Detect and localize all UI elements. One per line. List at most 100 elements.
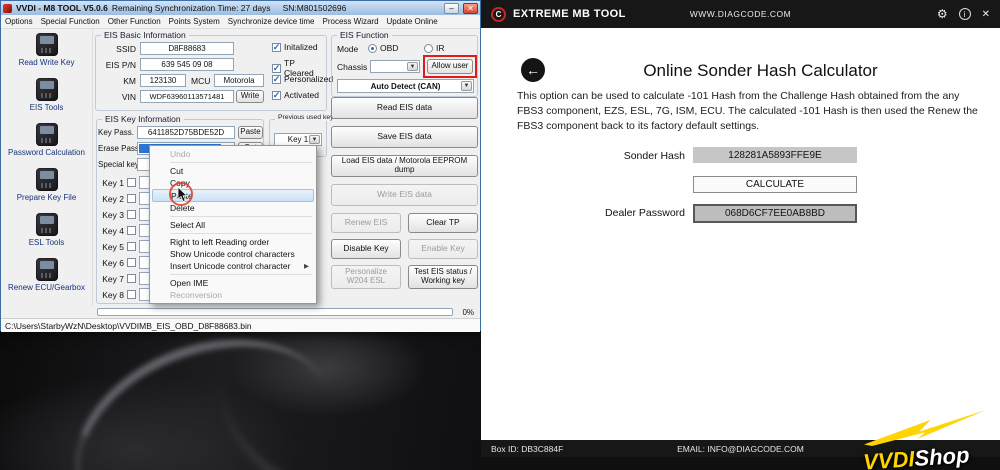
checkbox-personalized[interactable]: ✓ Personalized [272, 74, 333, 84]
back-button[interactable]: ← [521, 58, 545, 82]
context-menu-item-undo: Undo [170, 149, 191, 159]
vin-field[interactable]: WDF63960113571481 [140, 90, 234, 103]
menu-separator [170, 162, 312, 163]
ssid-field[interactable]: D8F88683 [140, 42, 234, 55]
paste-button[interactable]: Paste [238, 126, 263, 139]
logo-part-shop: Shop [913, 442, 971, 470]
background-photo [0, 328, 481, 470]
checkbox-box: ✓ [272, 62, 281, 73]
auto-detect-combobox[interactable]: Auto Detect (CAN) ▼ [337, 79, 474, 93]
eis-device-icon [32, 77, 62, 102]
radio-label: IR [436, 43, 445, 53]
sidebar-item-prepare-key-file[interactable]: Prepare Key File [1, 167, 92, 212]
context-menu-item-select-all[interactable]: Select All [152, 219, 314, 231]
context-menu-item-cut[interactable]: Cut [152, 165, 314, 177]
key7-checkbox[interactable] [127, 274, 136, 283]
right-header: WWW.DIAGCODE.COM C EXTREME MB TOOL ⚙ i ✕ [481, 0, 1000, 28]
checkbox-box: ✓ [272, 89, 281, 100]
close-icon[interactable]: ✕ [982, 9, 990, 20]
minimize-button[interactable]: – [444, 2, 459, 14]
menu-separator [170, 216, 312, 217]
key2-checkbox[interactable] [127, 194, 136, 203]
radio-ir[interactable]: IR [424, 43, 445, 53]
save-eis-data-button[interactable]: Save EIS data [331, 126, 478, 148]
menu-other-function[interactable]: Other Function [104, 15, 165, 28]
key1-label: Key 1 [102, 178, 124, 188]
menu-options[interactable]: Options [1, 15, 37, 28]
context-menu-item-rtl-reading-order[interactable]: Right to left Reading order [152, 236, 314, 248]
sidebar-item-label: Renew ECU/Gearbox [8, 283, 85, 292]
test-eis-status-button[interactable]: Test EIS status / Working key [408, 265, 478, 289]
sidebar-item-label: ESL Tools [28, 238, 65, 247]
sidebar-item-renew-ecu-gearbox[interactable]: Renew ECU/Gearbox [1, 257, 92, 302]
menu-process-wizard[interactable]: Process Wizard [319, 15, 383, 28]
key7-label: Key 7 [102, 274, 124, 284]
calculate-button[interactable]: CALCULATE [693, 176, 857, 193]
key8-checkbox[interactable] [127, 290, 136, 299]
checkbox-label: Initalized [284, 42, 318, 52]
key6-checkbox[interactable] [127, 258, 136, 267]
menu-separator [170, 274, 312, 275]
clear-tp-button[interactable]: Clear TP [408, 213, 478, 233]
km-field[interactable]: 123130 [140, 74, 186, 87]
red-annotation-circle [169, 182, 193, 206]
key5-label: Key 5 [102, 242, 124, 252]
mcu-field[interactable]: Motorola [214, 74, 264, 87]
menu-synchronize-device-time[interactable]: Synchronize device time [224, 15, 319, 28]
header-icons: ⚙ i ✕ [937, 8, 990, 20]
chassis-combobox[interactable]: ▼ [370, 60, 420, 73]
app-icon [3, 3, 12, 13]
context-menu-item-insert-unicode[interactable]: Insert Unicode control character ▶ [152, 260, 314, 272]
group-title: Previous used key [275, 114, 337, 121]
write-vin-button[interactable]: Write [236, 90, 264, 103]
sonder-hash-field[interactable]: 128281A5893FFE9E [693, 147, 857, 163]
sidebar-item-label: Password Calculation [8, 148, 85, 157]
check-icon: ✓ [272, 62, 281, 73]
sidebar-item-read-write-key[interactable]: Read Write Key [1, 32, 92, 77]
context-menu-item-open-ime[interactable]: Open IME [152, 277, 314, 289]
key-pass-field[interactable]: 6411852D75BDE52D [137, 126, 235, 139]
info-icon[interactable]: i [958, 8, 971, 20]
read-eis-data-button[interactable]: Read EIS data [331, 97, 478, 119]
dealer-password-field[interactable]: 068D6CF7EE0AB8BD [693, 204, 857, 223]
menu-special-function[interactable]: Special Function [37, 15, 104, 28]
eis-function-group: EIS Function Mode OBD IR Chassis ▼ Allow… [331, 30, 478, 97]
radio-obd[interactable]: OBD [368, 43, 398, 53]
mcu-label: MCU [191, 76, 211, 86]
write-eis-data-button: Write EIS data [331, 184, 478, 206]
key1-checkbox[interactable] [127, 178, 136, 187]
progress-percent: 0% [462, 307, 474, 317]
box-id-text: Box ID: DB3C884F [491, 443, 564, 454]
diagcode-logo-icon: C [491, 6, 506, 22]
gear-icon[interactable]: ⚙ [937, 8, 948, 20]
menu-points-system[interactable]: Points System [165, 15, 224, 28]
checkbox-activated[interactable]: ✓ Activated [272, 90, 319, 100]
sidebar-item-label: Prepare Key File [16, 193, 77, 202]
checkbox-box: ✓ [272, 42, 281, 52]
key4-checkbox[interactable] [127, 226, 136, 235]
disable-key-button[interactable]: Disable Key [331, 239, 401, 259]
personalize-w204-esl-button: Personalize W204 ESL [331, 265, 401, 289]
check-icon: ✓ [272, 89, 281, 100]
sidebar-item-password-calculation[interactable]: Password Calculation [1, 122, 92, 167]
checkbox-initalized[interactable]: ✓ Initalized [272, 42, 318, 52]
group-title: EIS Basic Information [101, 30, 189, 40]
allow-user-button[interactable]: Allow user [427, 59, 473, 74]
serial-number-text: SN:M801502696 [282, 3, 347, 13]
key5-checkbox[interactable] [127, 242, 136, 251]
key3-checkbox[interactable] [127, 210, 136, 219]
file-path-text: C:\Users\StarbyWzN\Desktop\VVDIMB_EIS_OB… [5, 320, 252, 331]
eis-pn-field[interactable]: 639 545 09 08 [140, 58, 234, 71]
key4-label: Key 4 [102, 226, 124, 236]
key-device-icon [32, 32, 62, 57]
logo-part-vvdi: VVDI [862, 446, 916, 470]
sidebar-item-label: EIS Tools [29, 103, 64, 112]
sidebar-item-eis-tools[interactable]: EIS Tools [1, 77, 92, 122]
menu-update-online[interactable]: Update Online [383, 15, 442, 28]
photo-shape [200, 328, 481, 470]
sidebar-item-esl-tools[interactable]: ESL Tools [1, 212, 92, 257]
load-eis-data-button[interactable]: Load EIS data / Motorola EEPROM dump [331, 155, 478, 177]
context-menu-item-show-unicode[interactable]: Show Unicode control characters [152, 248, 314, 260]
close-button[interactable]: ✕ [463, 2, 478, 14]
ecu-device-icon [32, 257, 62, 282]
